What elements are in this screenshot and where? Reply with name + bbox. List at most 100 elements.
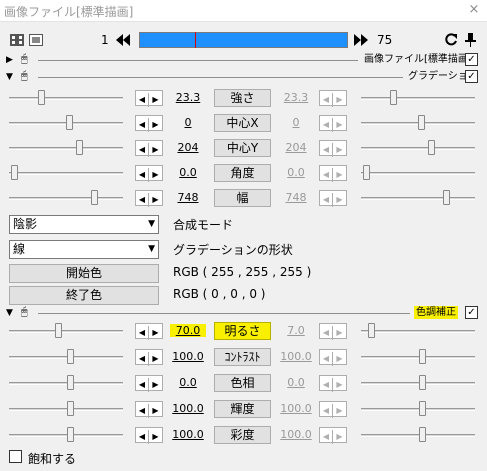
expanded-triangle-icon[interactable]: ▼ <box>6 307 13 319</box>
start-color-button[interactable]: 開始色 <box>9 264 159 283</box>
param-slider-start[interactable] <box>9 400 123 418</box>
param-start-value[interactable]: 748 <box>170 191 206 204</box>
param-stepper-end[interactable]: ◀ ▶ <box>319 427 347 444</box>
param-stepper-start[interactable]: ◀ ▶ <box>135 140 163 157</box>
param-slider-end[interactable] <box>361 139 475 157</box>
right-arrow-icon[interactable]: ▶ <box>149 430 162 444</box>
slider-thumb[interactable] <box>67 401 74 416</box>
right-arrow-icon[interactable]: ▶ <box>149 326 162 340</box>
slider-thumb[interactable] <box>67 349 74 364</box>
left-arrow-icon[interactable]: ◀ <box>136 404 149 418</box>
param-slider-end[interactable] <box>361 374 475 392</box>
slider-thumb[interactable] <box>419 349 426 364</box>
fast-forward-icon[interactable] <box>353 32 369 48</box>
slider-thumb[interactable] <box>67 375 74 390</box>
param-end-value[interactable]: 7.0 <box>278 324 314 337</box>
param-name-button[interactable]: 幅 <box>214 189 271 207</box>
param-end-value[interactable]: 748 <box>278 191 314 204</box>
left-arrow-icon[interactable]: ◀ <box>320 168 333 182</box>
param-stepper-start[interactable]: ◀ ▶ <box>135 190 163 207</box>
left-arrow-icon[interactable]: ◀ <box>320 118 333 132</box>
param-slider-start[interactable] <box>9 322 123 340</box>
param-stepper-start[interactable]: ◀ ▶ <box>135 323 163 340</box>
left-arrow-icon[interactable]: ◀ <box>136 93 149 107</box>
param-stepper-end[interactable]: ◀ ▶ <box>319 115 347 132</box>
slider-thumb[interactable] <box>419 427 426 442</box>
param-stepper-end[interactable]: ◀ ▶ <box>319 375 347 392</box>
gradient-shape-select[interactable]: 線 ▼ <box>9 240 159 259</box>
right-arrow-icon[interactable]: ▶ <box>333 404 346 418</box>
param-start-value[interactable]: 204 <box>170 141 206 154</box>
param-name-button[interactable]: 強さ <box>214 89 271 107</box>
left-arrow-icon[interactable]: ◀ <box>320 326 333 340</box>
param-slider-start[interactable] <box>9 189 123 207</box>
param-end-value[interactable]: 100.0 <box>278 402 314 415</box>
right-arrow-icon[interactable]: ▶ <box>333 168 346 182</box>
right-arrow-icon[interactable]: ▶ <box>149 118 162 132</box>
param-stepper-start[interactable]: ◀ ▶ <box>135 90 163 107</box>
param-name-button[interactable]: 中心Y <box>214 139 271 157</box>
right-arrow-icon[interactable]: ▶ <box>149 193 162 207</box>
left-arrow-icon[interactable]: ◀ <box>136 326 149 340</box>
param-start-value[interactable]: 100.0 <box>170 402 206 415</box>
param-slider-end[interactable] <box>361 426 475 444</box>
right-arrow-icon[interactable]: ▶ <box>149 378 162 392</box>
param-slider-end[interactable] <box>361 89 475 107</box>
param-slider-end[interactable] <box>361 164 475 182</box>
pin-icon[interactable] <box>462 32 478 48</box>
param-stepper-end[interactable]: ◀ ▶ <box>319 190 347 207</box>
slider-thumb[interactable] <box>418 115 425 130</box>
left-arrow-icon[interactable]: ◀ <box>320 404 333 418</box>
param-name-button[interactable]: 明るさ <box>214 322 271 340</box>
param-stepper-end[interactable]: ◀ ▶ <box>319 165 347 182</box>
left-arrow-icon[interactable]: ◀ <box>320 430 333 444</box>
param-start-value[interactable]: 23.3 <box>170 91 206 104</box>
right-arrow-icon[interactable]: ▶ <box>333 352 346 366</box>
param-name-button[interactable]: 彩度 <box>214 426 271 444</box>
section-enable-checkbox[interactable]: ✓ <box>465 70 478 83</box>
param-stepper-end[interactable]: ◀ ▶ <box>319 140 347 157</box>
right-arrow-icon[interactable]: ▶ <box>333 143 346 157</box>
blend-mode-select[interactable]: 陰影 ▼ <box>9 215 159 234</box>
slider-thumb[interactable] <box>91 190 98 205</box>
slider-thumb[interactable] <box>419 401 426 416</box>
collapsed-triangle-icon[interactable]: ▶ <box>6 54 13 66</box>
param-end-value[interactable]: 0 <box>278 116 314 129</box>
param-stepper-end[interactable]: ◀ ▶ <box>319 323 347 340</box>
slider-thumb[interactable] <box>443 190 450 205</box>
param-stepper-end[interactable]: ◀ ▶ <box>319 401 347 418</box>
param-name-button[interactable]: 角度 <box>214 164 271 182</box>
timeline-cursor[interactable] <box>195 32 196 48</box>
image-icon[interactable] <box>28 32 44 48</box>
param-end-value[interactable]: 100.0 <box>278 428 314 441</box>
param-slider-start[interactable] <box>9 89 123 107</box>
slider-thumb[interactable] <box>428 140 435 155</box>
left-arrow-icon[interactable]: ◀ <box>136 168 149 182</box>
expanded-triangle-icon[interactable]: ▼ <box>6 71 13 83</box>
param-stepper-start[interactable]: ◀ ▶ <box>135 165 163 182</box>
param-slider-start[interactable] <box>9 164 123 182</box>
param-stepper-start[interactable]: ◀ ▶ <box>135 401 163 418</box>
rewind-icon[interactable] <box>115 32 131 48</box>
right-arrow-icon[interactable]: ▶ <box>333 378 346 392</box>
right-arrow-icon[interactable]: ▶ <box>149 352 162 366</box>
param-stepper-end[interactable]: ◀ ▶ <box>319 90 347 107</box>
param-start-value[interactable]: 0 <box>170 116 206 129</box>
right-arrow-icon[interactable]: ▶ <box>333 326 346 340</box>
film-icon[interactable] <box>9 32 25 48</box>
left-arrow-icon[interactable]: ◀ <box>320 143 333 157</box>
left-arrow-icon[interactable]: ◀ <box>136 352 149 366</box>
param-start-value[interactable]: 0.0 <box>170 376 206 389</box>
end-color-button[interactable]: 終了色 <box>9 286 159 305</box>
param-name-button[interactable]: 色相 <box>214 374 271 392</box>
slider-thumb[interactable] <box>67 427 74 442</box>
param-slider-end[interactable] <box>361 189 475 207</box>
left-arrow-icon[interactable]: ◀ <box>320 93 333 107</box>
left-arrow-icon[interactable]: ◀ <box>136 378 149 392</box>
slider-thumb[interactable] <box>363 165 370 180</box>
param-stepper-start[interactable]: ◀ ▶ <box>135 115 163 132</box>
slider-thumb[interactable] <box>76 140 83 155</box>
saturate-checkbox[interactable] <box>9 450 22 463</box>
left-arrow-icon[interactable]: ◀ <box>136 143 149 157</box>
param-slider-end[interactable] <box>361 114 475 132</box>
